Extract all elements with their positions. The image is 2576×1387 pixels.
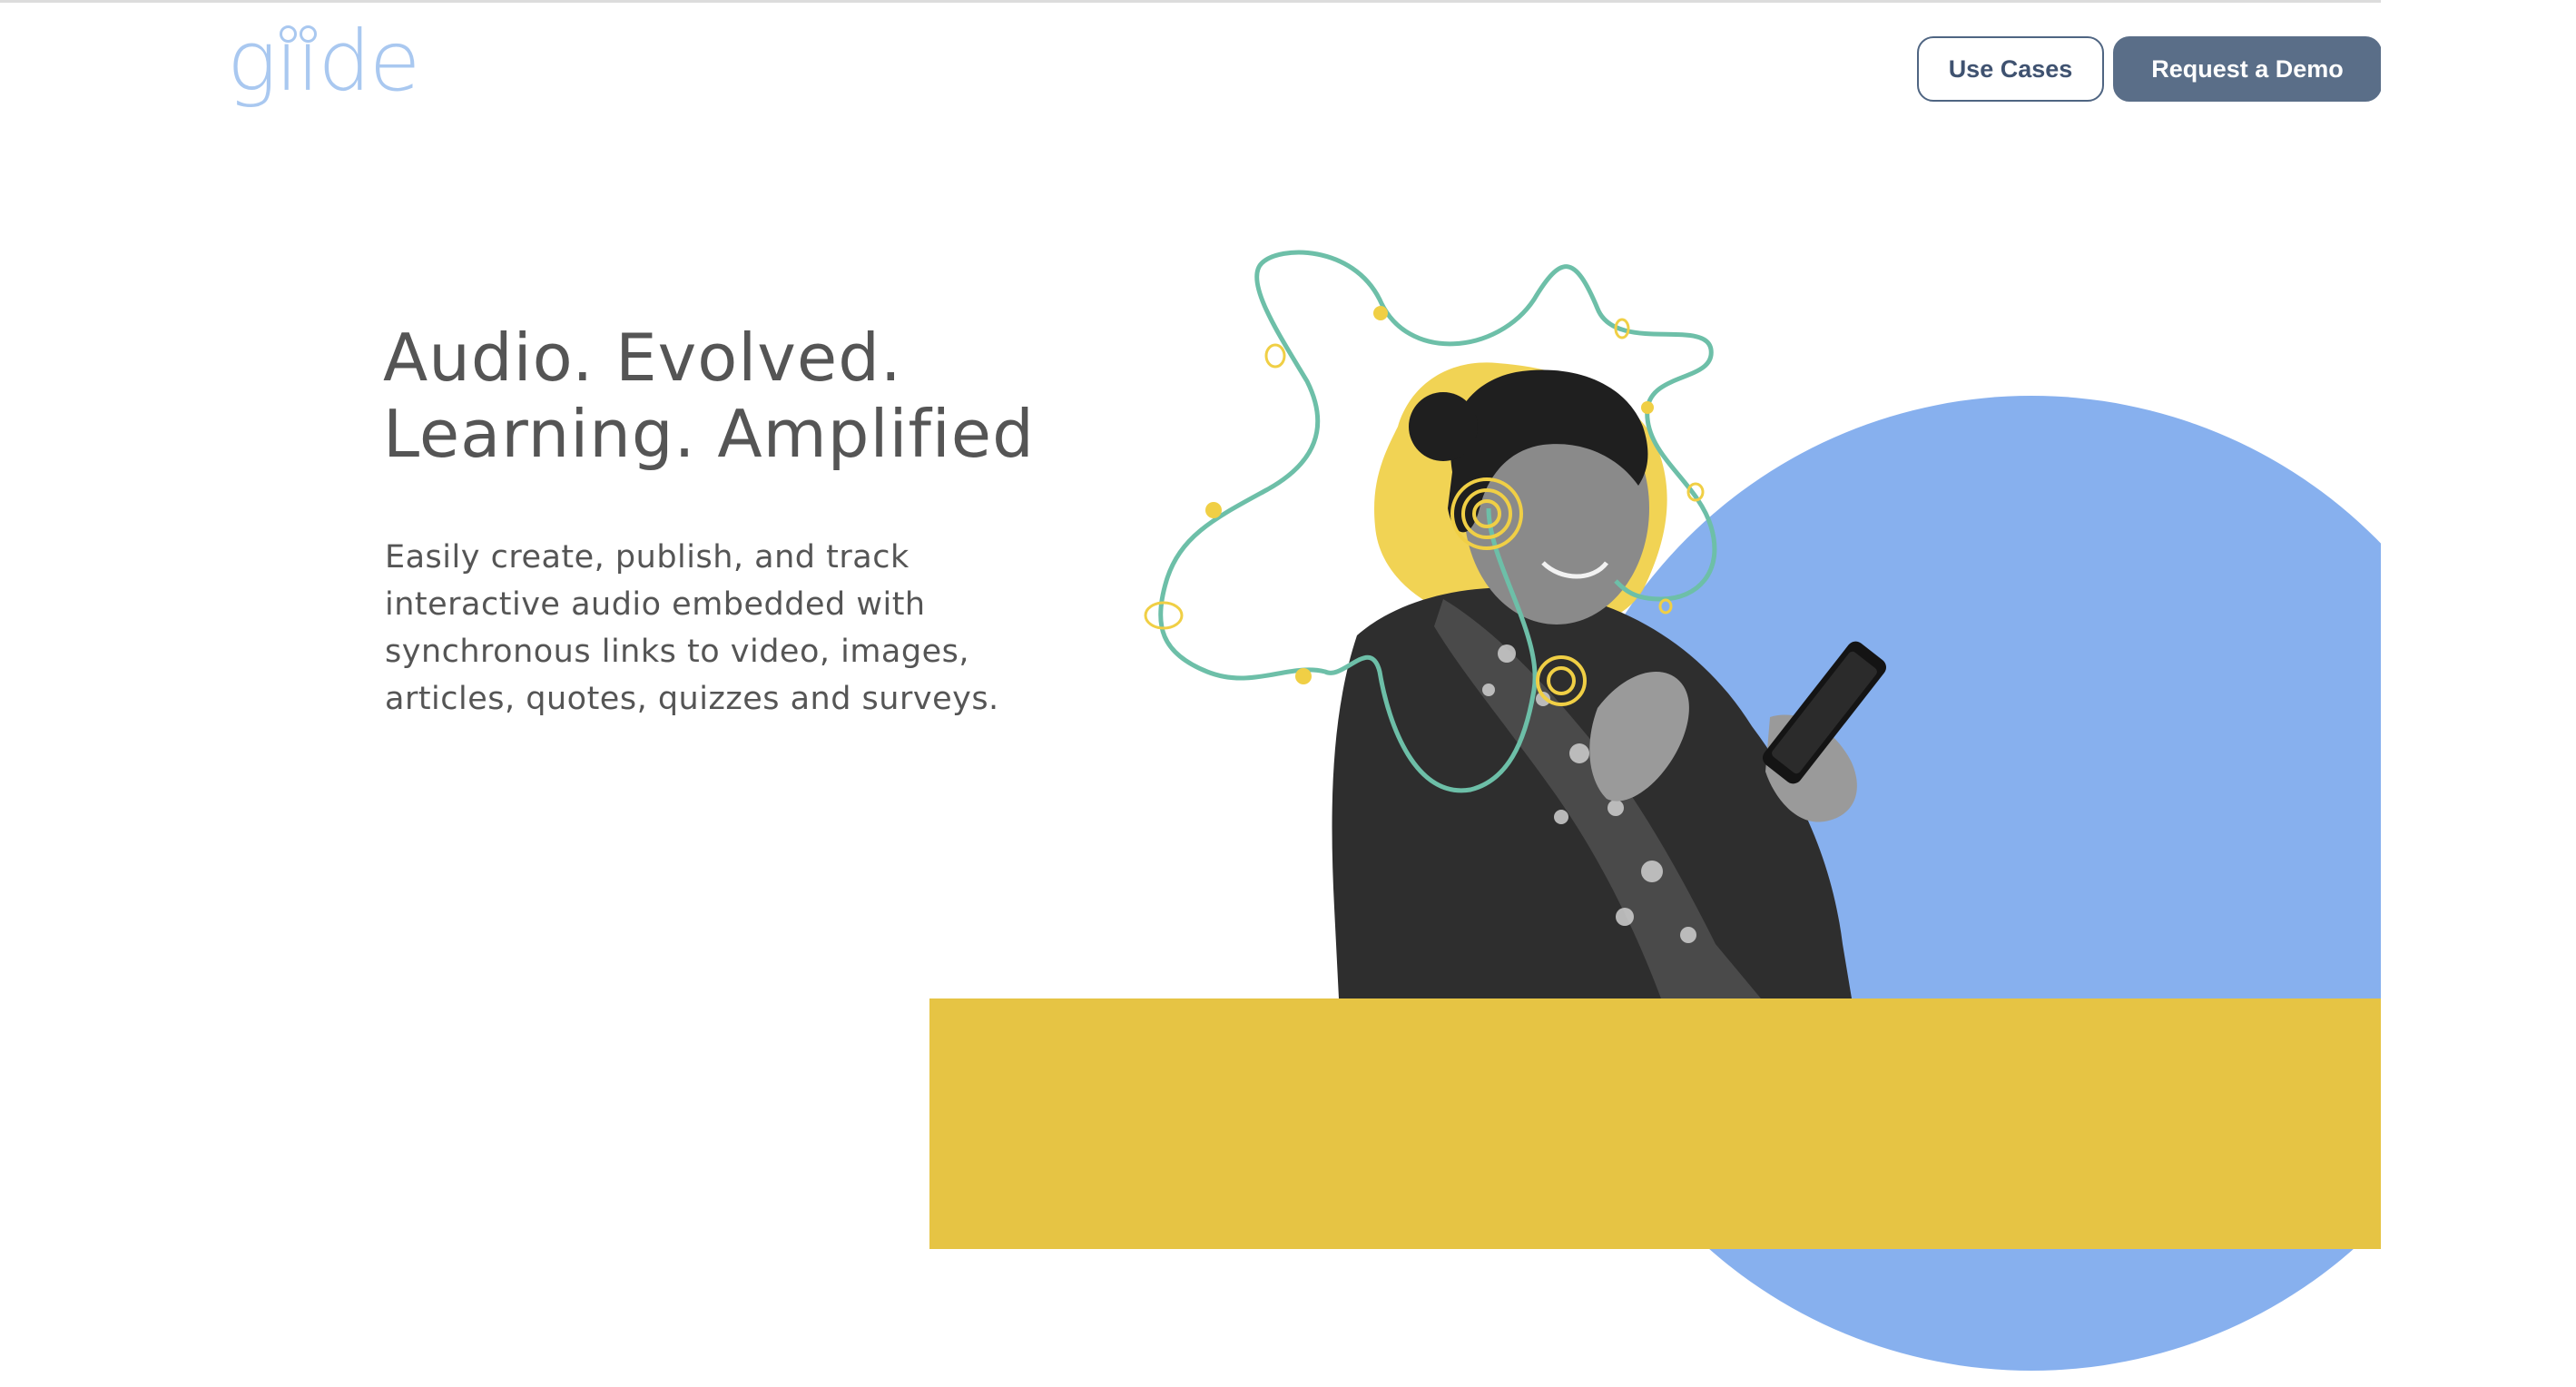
landing-page: giide Use Cases Request a Demo Audio. Ev… <box>0 0 2576 1387</box>
hero-illustration <box>0 0 2576 1387</box>
hair-bun <box>1409 392 1478 461</box>
yellow-band-shape <box>929 998 2381 1249</box>
